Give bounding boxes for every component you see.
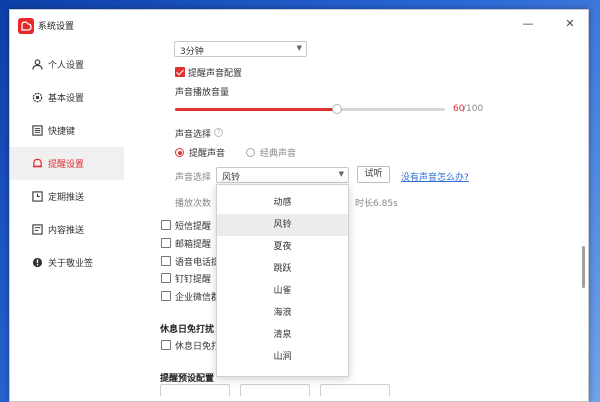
- email-checkbox[interactable]: [161, 238, 171, 248]
- bell-icon: [32, 158, 43, 168]
- sms-label: 短信提醒: [175, 222, 212, 232]
- voice-call-label: 语音电话提: [175, 258, 221, 268]
- document-icon: [32, 224, 43, 235]
- dingtalk-checkbox[interactable]: [161, 273, 171, 283]
- keyboard-icon: [32, 125, 43, 136]
- person-icon: [32, 59, 43, 70]
- voice-call-checkbox[interactable]: [161, 256, 171, 266]
- volume-label: 声音播放音量: [175, 88, 230, 98]
- sidebar-item-personal[interactable]: 个人设置: [10, 48, 124, 81]
- minimize-button[interactable]: —: [516, 14, 540, 34]
- volume-slider[interactable]: [175, 104, 445, 114]
- sound-config-label: 提醒声音配置: [188, 69, 243, 79]
- chevron-down-icon: ▼: [296, 44, 302, 52]
- dropdown-option[interactable]: 清泉: [217, 324, 348, 346]
- sidebar-item-content-push[interactable]: 内容推送: [10, 213, 124, 246]
- try-listen-button[interactable]: 试听: [357, 166, 390, 183]
- sidebar-item-label: 基本设置: [48, 94, 85, 104]
- sidebar-item-basic[interactable]: 基本设置: [10, 81, 124, 114]
- duration-text: 时长6.85s: [355, 199, 398, 209]
- preset-button[interactable]: [240, 384, 310, 396]
- sidebar-item-label: 个人设置: [48, 61, 85, 71]
- radio-classic-label: 经典声音: [260, 149, 297, 159]
- rest-day-checkbox[interactable]: [161, 340, 171, 350]
- sound-dropdown-list: 动感 风铃 夏夜 跳跃 山雀 海浪 清泉 山涧: [216, 184, 349, 377]
- clock-icon: [32, 191, 43, 202]
- wecom-checkbox[interactable]: [161, 291, 171, 301]
- sidebar-item-shortcuts[interactable]: 快捷键: [10, 114, 124, 147]
- help-icon[interactable]: ?: [214, 128, 223, 137]
- volume-slider-thumb[interactable]: [332, 104, 342, 114]
- info-icon: [32, 257, 43, 268]
- sound-select-value: 风铃: [222, 173, 241, 183]
- play-count-label: 播放次数: [175, 199, 212, 209]
- interval-select[interactable]: 3分钟 ▼: [174, 41, 307, 57]
- sidebar: 个人设置 基本设置 快捷键 提醒设置 定期推送 内容推送 关于敬业签: [10, 40, 124, 401]
- email-label: 邮箱提醒: [175, 240, 212, 250]
- window-title: 系统设置: [38, 22, 75, 32]
- dropdown-option[interactable]: 夏夜: [217, 236, 348, 258]
- radio-classic-sound[interactable]: [246, 148, 255, 157]
- sidebar-item-label: 内容推送: [48, 226, 85, 236]
- gear-icon: [32, 92, 43, 103]
- sidebar-item-label: 定期推送: [48, 193, 85, 203]
- sidebar-item-label: 提醒设置: [48, 160, 85, 170]
- rest-day-label: 休息日免打: [175, 342, 221, 352]
- dropdown-option[interactable]: 风铃: [217, 214, 348, 236]
- sidebar-item-label: 关于敬业签: [48, 259, 94, 269]
- interval-select-value: 3分钟: [180, 47, 204, 57]
- sidebar-item-reminder[interactable]: 提醒设置: [10, 147, 124, 180]
- sound-choice-heading: 声音选择: [175, 130, 212, 140]
- sms-checkbox[interactable]: [161, 220, 171, 230]
- dropdown-option[interactable]: 动感: [217, 192, 348, 214]
- sidebar-item-scheduled-push[interactable]: 定期推送: [10, 180, 124, 213]
- close-button[interactable]: ✕: [558, 14, 582, 34]
- volume-max: /100: [463, 104, 484, 114]
- sound-select-label: 声音选择: [175, 173, 212, 183]
- volume-slider-fill: [175, 108, 337, 111]
- title-bar: 系统设置 — ✕: [10, 10, 588, 40]
- content-scrollbar[interactable]: [582, 246, 585, 288]
- preset-button[interactable]: [320, 384, 390, 396]
- preset-button[interactable]: [160, 384, 230, 396]
- preset-heading: 提醒预设配置: [160, 374, 215, 384]
- dingtalk-label: 钉钉提醒: [175, 275, 212, 285]
- wecom-label: 企业微信群: [175, 293, 221, 303]
- sidebar-item-about[interactable]: 关于敬业签: [10, 246, 124, 279]
- sound-select[interactable]: 风铃 ▼: [216, 167, 349, 183]
- dropdown-option[interactable]: 山雀: [217, 280, 348, 302]
- radio-reminder-label: 提醒声音: [189, 149, 226, 159]
- dropdown-option[interactable]: 跳跃: [217, 258, 348, 280]
- app-logo-icon: [18, 18, 34, 34]
- chevron-down-icon: ▼: [338, 170, 344, 178]
- no-sound-help-link[interactable]: 没有声音怎么办?: [401, 170, 469, 183]
- sidebar-item-label: 快捷键: [48, 127, 76, 137]
- radio-reminder-sound[interactable]: [175, 148, 184, 157]
- sound-config-checkbox[interactable]: [175, 67, 185, 77]
- rest-day-heading: 休息日免打扰: [160, 325, 215, 335]
- dropdown-option[interactable]: 山涧: [217, 346, 348, 368]
- dropdown-option[interactable]: 海浪: [217, 302, 348, 324]
